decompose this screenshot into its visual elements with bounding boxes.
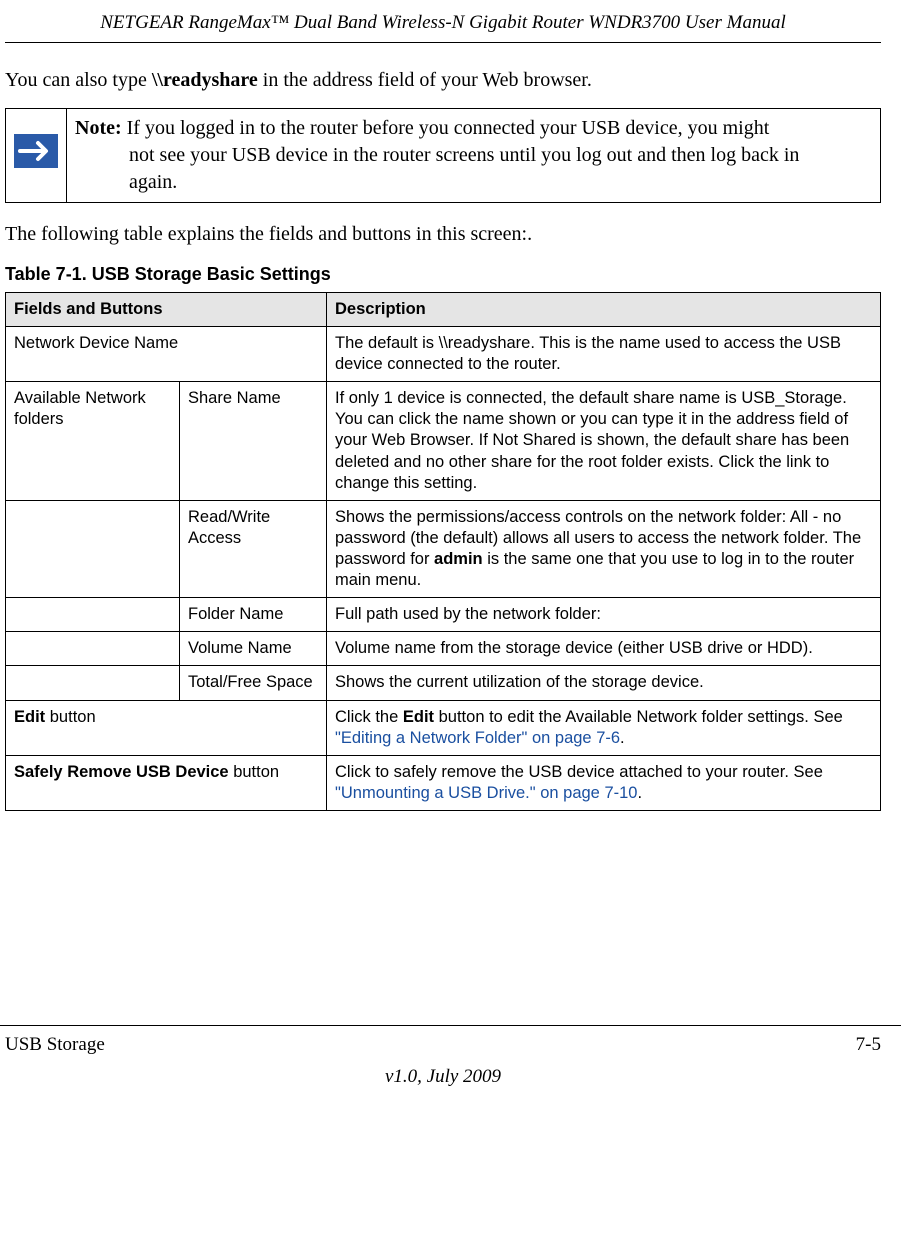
cell-r7c1-bold: Edit	[14, 708, 45, 726]
table-row: Folder Name Full path used by the networ…	[6, 598, 881, 632]
link-edit-network-folder[interactable]: "Editing a Network Folder" on page 7-6	[335, 729, 620, 747]
cell-r3c2: Read/Write Access	[180, 500, 327, 597]
cell-r3c3-bold: admin	[434, 550, 483, 568]
cell-r1c3: The default is \\readyshare. This is the…	[327, 327, 881, 382]
cell-r5c2: Volume Name	[180, 632, 327, 666]
cell-r2c1: Available Network folders	[6, 382, 180, 501]
cell-r2c3: If only 1 device is connected, the defau…	[327, 382, 881, 501]
table-lead-paragraph: The following table explains the fields …	[5, 221, 881, 248]
cell-r4c2: Folder Name	[180, 598, 327, 632]
table-header-row: Fields and Buttons Description	[6, 292, 881, 326]
cell-r7c3-b: button to edit the Available Network fol…	[434, 708, 843, 726]
footer-section: USB Storage	[5, 1032, 105, 1058]
cell-r8c1: Safely Remove USB Device button	[6, 755, 327, 810]
cell-r8c1-bold: Safely Remove USB Device	[14, 763, 229, 781]
table-row: Volume Name Volume name from the storage…	[6, 632, 881, 666]
link-unmounting-usb[interactable]: "Unmounting a USB Drive." on page 7-10	[335, 784, 637, 802]
intro-bold: \\readyshare	[152, 69, 258, 91]
note-icon-cell	[6, 108, 67, 202]
cell-r3c1	[6, 500, 180, 597]
cell-r4c3: Full path used by the network folder:	[327, 598, 881, 632]
cell-r7c3-bold: Edit	[403, 708, 434, 726]
table-caption-prefix: Table 7-1.	[5, 264, 92, 284]
table-row: Safely Remove USB Device button Click to…	[6, 755, 881, 810]
cell-r7c1: Edit button	[6, 700, 327, 755]
arrow-right-icon	[14, 134, 58, 168]
table-row: Network Device Name The default is \\rea…	[6, 327, 881, 382]
cell-r5c3: Volume name from the storage device (eit…	[327, 632, 881, 666]
cell-r7c3-c: .	[620, 729, 625, 747]
table-row: Total/Free Space Shows the current utili…	[6, 666, 881, 700]
cell-r1c1: Network Device Name	[6, 327, 327, 382]
table-caption: Table 7-1. USB Storage Basic Settings	[5, 262, 881, 286]
note-box: Note: If you logged in to the router bef…	[5, 108, 881, 203]
cell-r6c2: Total/Free Space	[180, 666, 327, 700]
page-footer: USB Storage 7-5 v1.0, July 2009	[0, 1025, 901, 1089]
cell-r8c3-a: Click to safely remove the USB device at…	[335, 763, 823, 781]
note-line1: If you logged in to the router before yo…	[122, 117, 770, 139]
table-row: Edit button Click the Edit button to edi…	[6, 700, 881, 755]
intro-paragraph: You can also type \\readyshare in the ad…	[5, 67, 881, 94]
page-header: NETGEAR RangeMax™ Dual Band Wireless-N G…	[5, 10, 881, 43]
intro-before: You can also type	[5, 69, 152, 91]
cell-r6c1	[6, 666, 180, 700]
cell-r8c3-b: .	[637, 784, 642, 802]
cell-r7c3: Click the Edit button to edit the Availa…	[327, 700, 881, 755]
cell-r8c3: Click to safely remove the USB device at…	[327, 755, 881, 810]
cell-r5c1	[6, 632, 180, 666]
table-row: Available Network folders Share Name If …	[6, 382, 881, 501]
table-row: Read/Write Access Shows the permissions/…	[6, 500, 881, 597]
note-line2: not see your USB device in the router sc…	[75, 142, 872, 169]
cell-r2c2: Share Name	[180, 382, 327, 501]
note-text: Note: If you logged in to the router bef…	[67, 108, 881, 202]
th-description: Description	[327, 292, 881, 326]
note-label: Note:	[75, 117, 122, 139]
note-line3: again.	[75, 169, 872, 196]
cell-r3c3: Shows the permissions/access controls on…	[327, 500, 881, 597]
intro-after: in the address field of your Web browser…	[258, 69, 592, 91]
cell-r6c3: Shows the current utilization of the sto…	[327, 666, 881, 700]
footer-version: v1.0, July 2009	[5, 1064, 881, 1090]
settings-table: Fields and Buttons Description Network D…	[5, 292, 881, 811]
th-fields: Fields and Buttons	[6, 292, 327, 326]
footer-page-number: 7-5	[856, 1032, 881, 1058]
cell-r8c1-after: button	[229, 763, 279, 781]
cell-r4c1	[6, 598, 180, 632]
cell-r7c1-after: button	[45, 708, 95, 726]
cell-r7c3-a: Click the	[335, 708, 403, 726]
table-caption-title: USB Storage Basic Settings	[92, 264, 331, 284]
